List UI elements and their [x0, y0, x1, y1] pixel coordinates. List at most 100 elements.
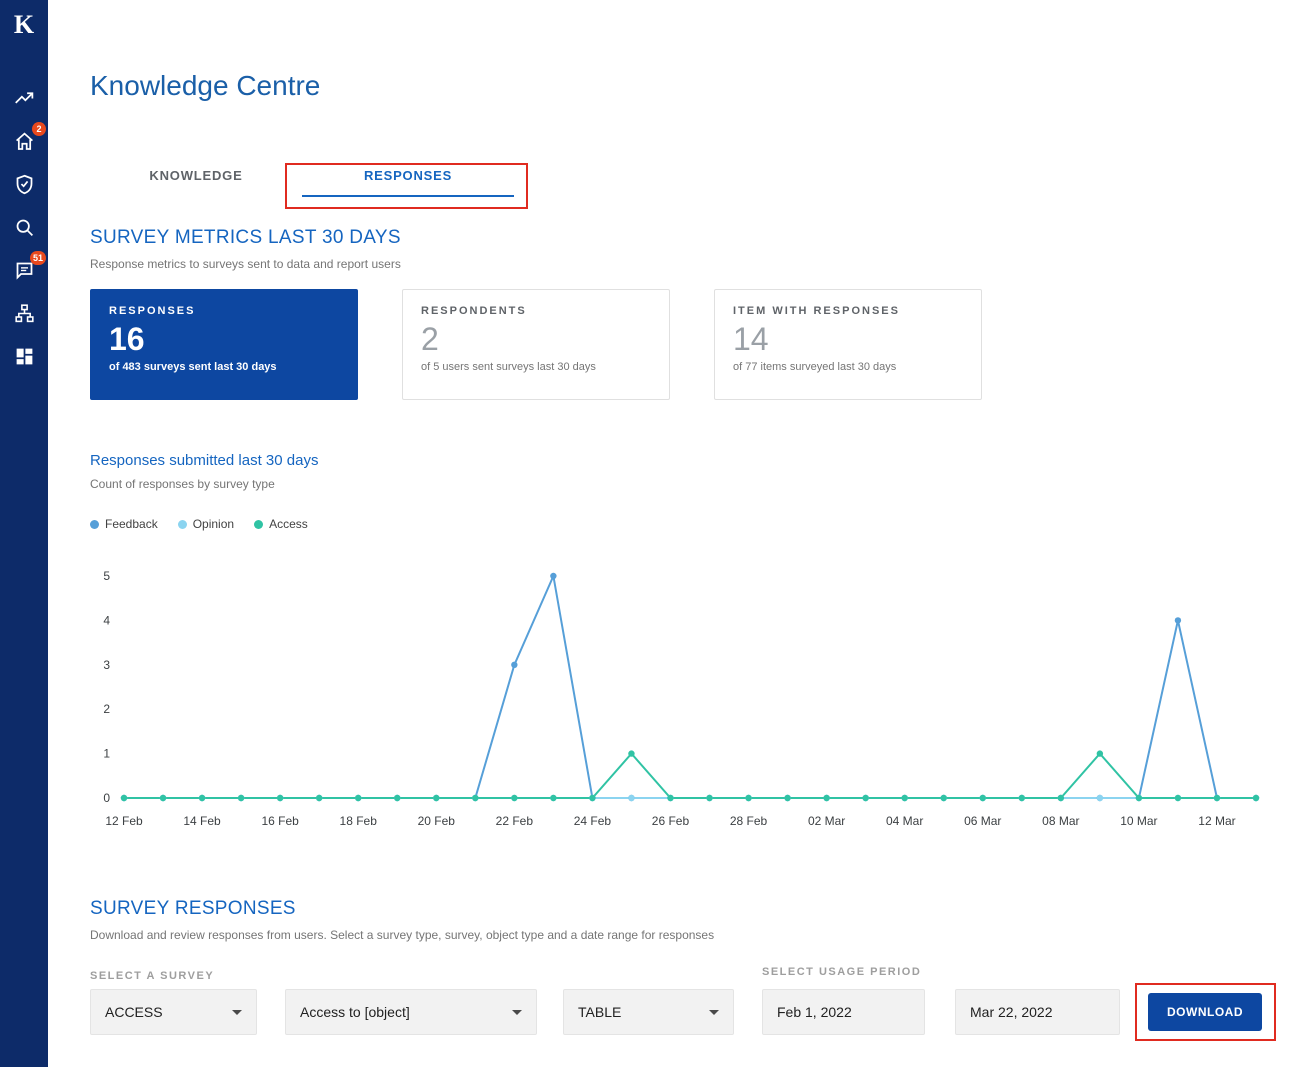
shield-check-icon: [14, 174, 35, 195]
responses-section-subtitle: Download and review responses from users…: [90, 928, 1270, 942]
sitemap-icon: [14, 303, 35, 324]
chevron-down-icon: [512, 1010, 522, 1015]
main-content: Knowledge Centre KNOWLEDGE RESPONSES SUR…: [48, 0, 1296, 1035]
metric-card-label: RESPONSES: [109, 305, 339, 317]
chart-point: [1175, 617, 1181, 623]
chart-point: [511, 662, 517, 668]
trending-up-icon: [14, 88, 35, 109]
metric-card-responses[interactable]: RESPONSES 16 of 483 surveys sent last 30…: [90, 289, 358, 400]
chart-point: [472, 795, 478, 801]
chart-title: Responses submitted last 30 days: [90, 452, 1270, 469]
series-line-access: [124, 754, 1256, 798]
chart-point: [1253, 795, 1259, 801]
chart-point: [1019, 795, 1025, 801]
date-from-field[interactable]: Feb 1, 2022: [762, 989, 925, 1035]
legend-item-feedback[interactable]: Feedback: [90, 517, 158, 531]
chart-point: [823, 795, 829, 801]
chart-point: [550, 573, 556, 579]
chart-point: [1097, 750, 1103, 756]
survey-responses-section: SURVEY RESPONSES Download and review res…: [90, 898, 1270, 1035]
survey-value: Access to [object]: [300, 1004, 410, 1020]
responses-section-title: SURVEY RESPONSES: [90, 898, 1270, 920]
chart-point: [277, 795, 283, 801]
download-button[interactable]: DOWNLOAD: [1148, 993, 1262, 1031]
chart-point: [121, 795, 127, 801]
home-badge: 2: [32, 122, 46, 136]
legend-item-access[interactable]: Access: [254, 517, 308, 531]
chart-point: [1214, 795, 1220, 801]
metric-cards: RESPONSES 16 of 483 surveys sent last 30…: [90, 289, 1270, 400]
chart-point: [199, 795, 205, 801]
chart-point: [745, 795, 751, 801]
x-tick-label: 06 Mar: [964, 814, 1001, 828]
metric-card-value: 2: [421, 321, 651, 357]
x-tick-label: 08 Mar: [1042, 814, 1079, 828]
series-line-feedback: [124, 576, 1256, 798]
chart-legend: Feedback Opinion Access: [90, 517, 1270, 531]
chart-point: [667, 795, 673, 801]
metric-card-value: 14: [733, 321, 963, 357]
legend-label: Opinion: [193, 517, 234, 531]
x-tick-label: 18 Feb: [340, 814, 378, 828]
date-to-field[interactable]: Mar 22, 2022: [955, 989, 1120, 1035]
metric-card-items-with-responses[interactable]: ITEM WITH RESPONSES 14 of 77 items surve…: [714, 289, 982, 400]
metric-card-label: ITEM WITH RESPONSES: [733, 305, 963, 317]
sidebar-item-approvals[interactable]: [12, 172, 36, 196]
chart-point: [941, 795, 947, 801]
sidebar: K 2 51: [0, 0, 48, 1067]
legend-dot-opinion-icon: [178, 520, 187, 529]
x-tick-label: 16 Feb: [261, 814, 299, 828]
object-type-select[interactable]: TABLE: [563, 989, 734, 1035]
chart-area: 01234512 Feb14 Feb16 Feb18 Feb20 Feb22 F…: [90, 543, 1270, 848]
chat-badge: 51: [30, 251, 46, 265]
usage-period-label: SELECT USAGE PERIOD: [762, 966, 921, 978]
legend-label: Feedback: [105, 517, 158, 531]
sidebar-item-home[interactable]: 2: [12, 129, 36, 153]
form-controls-row: ACCESS Access to [object] TABLE Feb 1, 2…: [90, 989, 1270, 1035]
sidebar-item-search[interactable]: [12, 215, 36, 239]
metric-card-caption: of 483 surveys sent last 30 days: [109, 361, 339, 373]
legend-item-opinion[interactable]: Opinion: [178, 517, 234, 531]
sidebar-item-hierarchy[interactable]: [12, 301, 36, 325]
x-tick-label: 12 Feb: [105, 814, 143, 828]
date-from-value: Feb 1, 2022: [777, 1004, 852, 1020]
chart-point: [550, 795, 556, 801]
survey-type-value: ACCESS: [105, 1004, 163, 1020]
chart-point: [784, 795, 790, 801]
chart-point: [901, 795, 907, 801]
y-tick-label: 1: [103, 747, 110, 761]
responses-chart-svg: 01234512 Feb14 Feb16 Feb18 Feb20 Feb22 F…: [90, 543, 1270, 843]
survey-type-select[interactable]: ACCESS: [90, 989, 257, 1035]
x-tick-label: 02 Mar: [808, 814, 845, 828]
select-survey-label: SELECT A SURVEY: [90, 970, 214, 982]
y-tick-label: 2: [103, 702, 110, 716]
app-logo[interactable]: K: [14, 10, 34, 40]
x-tick-label: 26 Feb: [652, 814, 690, 828]
chart-point: [980, 795, 986, 801]
metric-card-respondents[interactable]: RESPONDENTS 2 of 5 users sent surveys la…: [402, 289, 670, 400]
home-icon: [14, 131, 35, 152]
x-tick-label: 20 Feb: [418, 814, 456, 828]
chart-point: [628, 750, 634, 756]
sidebar-item-trends[interactable]: [12, 86, 36, 110]
tab-bar: KNOWLEDGE RESPONSES: [90, 152, 1270, 197]
survey-metrics-section: SURVEY METRICS LAST 30 DAYS Response met…: [90, 227, 1270, 400]
tab-responses[interactable]: RESPONSES: [302, 152, 514, 197]
chart-point: [1097, 795, 1103, 801]
metric-card-caption: of 77 items surveyed last 30 days: [733, 361, 963, 373]
survey-select[interactable]: Access to [object]: [285, 989, 537, 1035]
responses-chart-section: Responses submitted last 30 days Count o…: [90, 452, 1270, 848]
sidebar-item-discussions[interactable]: 51: [12, 258, 36, 282]
tab-knowledge[interactable]: KNOWLEDGE: [90, 152, 302, 197]
chart-point: [394, 795, 400, 801]
date-to-value: Mar 22, 2022: [970, 1004, 1053, 1020]
y-tick-label: 3: [103, 658, 110, 672]
x-tick-label: 14 Feb: [183, 814, 221, 828]
chart-point: [589, 795, 595, 801]
chart-subtitle: Count of responses by survey type: [90, 477, 1270, 491]
chart-point: [706, 795, 712, 801]
sidebar-item-dashboard[interactable]: [12, 344, 36, 368]
x-tick-label: 28 Feb: [730, 814, 768, 828]
legend-dot-access-icon: [254, 520, 263, 529]
legend-label: Access: [269, 517, 308, 531]
